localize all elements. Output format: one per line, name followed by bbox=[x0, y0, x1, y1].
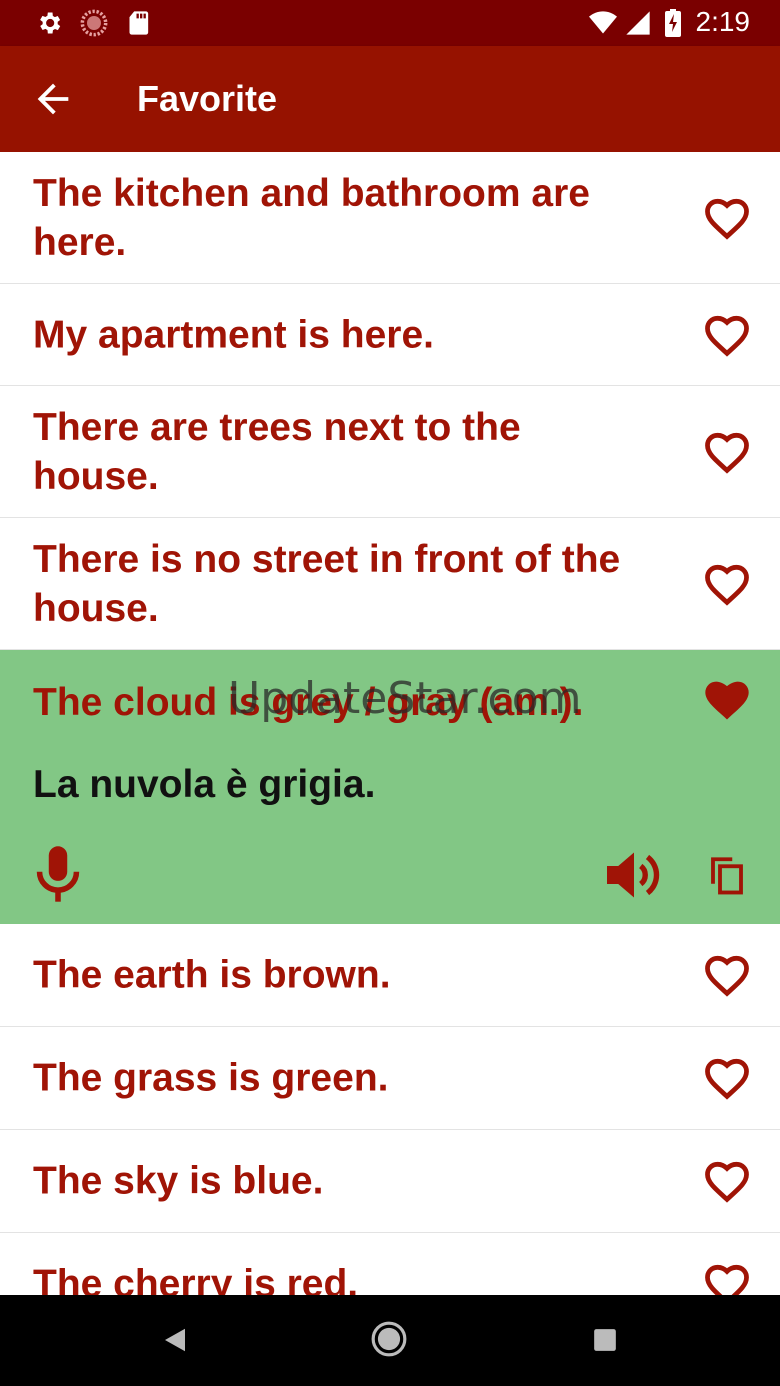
mic-icon[interactable] bbox=[34, 844, 82, 904]
phrase-text: The sky is blue. bbox=[33, 1159, 324, 1203]
speaker-icon[interactable] bbox=[604, 848, 664, 902]
battery-charging-icon bbox=[665, 9, 681, 37]
list-item[interactable]: The kitchen and bathroom are here. bbox=[0, 152, 780, 284]
list-item[interactable]: The grass is green. bbox=[0, 1027, 780, 1130]
list-item[interactable]: There are trees next to the house. bbox=[0, 386, 780, 518]
wifi-icon bbox=[589, 11, 617, 34]
heart-outline-icon[interactable] bbox=[698, 1155, 756, 1207]
heart-outline-icon[interactable] bbox=[698, 1052, 756, 1104]
heart-outline-icon[interactable] bbox=[698, 309, 756, 361]
page-title: Favorite bbox=[137, 78, 278, 119]
sd-card-icon bbox=[129, 11, 149, 35]
list-item[interactable]: My apartment is here. bbox=[0, 284, 780, 386]
phrase-text: My apartment is here. bbox=[33, 313, 434, 356]
signal-icon bbox=[626, 11, 650, 35]
phrase-text: The grass is green. bbox=[33, 1056, 389, 1100]
heart-filled-icon[interactable] bbox=[698, 674, 756, 726]
phrase-text: The cloud is grey / gray (am.). bbox=[33, 681, 584, 724]
list-item[interactable]: The earth is brown. bbox=[0, 924, 780, 1027]
translation-text: La nuvola è grigia. bbox=[33, 763, 376, 806]
list-item[interactable]: The sky is blue. bbox=[0, 1130, 780, 1233]
heart-outline-icon[interactable] bbox=[698, 949, 756, 1001]
heart-outline-icon[interactable] bbox=[698, 426, 756, 478]
settings-icon bbox=[40, 12, 61, 34]
heart-outline-icon[interactable] bbox=[698, 1258, 756, 1295]
navigation-bar bbox=[0, 1295, 780, 1386]
back-triangle-icon[interactable] bbox=[160, 1325, 190, 1355]
list-item-expanded[interactable]: The cloud is grey / gray (am.). UpdateSt… bbox=[0, 650, 780, 924]
list-item[interactable]: The cherry is red. bbox=[0, 1233, 780, 1295]
heart-outline-icon[interactable] bbox=[698, 192, 756, 244]
copy-icon[interactable] bbox=[706, 854, 748, 896]
arrow-back-icon[interactable] bbox=[30, 76, 76, 122]
phrase-text: There are trees next to the house. bbox=[33, 405, 521, 498]
heart-outline-icon[interactable] bbox=[698, 558, 756, 610]
home-circle-icon[interactable] bbox=[370, 1320, 408, 1358]
phrase-list[interactable]: The kitchen and bathroom are here. My ap… bbox=[0, 152, 780, 1295]
app-bar: Favorite bbox=[0, 46, 780, 152]
clock: 2:19 bbox=[695, 6, 751, 37]
phrase-text: The kitchen and bathroom are here. bbox=[33, 171, 590, 264]
list-item[interactable]: There is no street in front of the house… bbox=[0, 518, 780, 650]
status-bar: 2:19 bbox=[0, 0, 780, 46]
phrase-text: The earth is brown. bbox=[33, 953, 391, 997]
sync-icon bbox=[80, 9, 108, 37]
phrase-text: There is no street in front of the house… bbox=[33, 537, 621, 630]
recents-square-icon[interactable] bbox=[592, 1327, 618, 1353]
phrase-text: The cherry is red. bbox=[33, 1262, 359, 1296]
